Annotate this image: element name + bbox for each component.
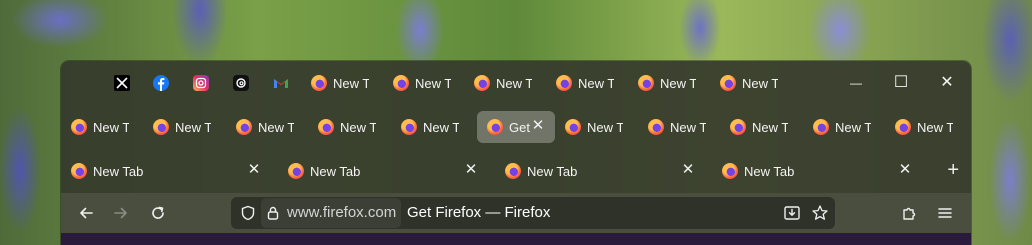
- bookmark-button[interactable]: [808, 201, 832, 225]
- firefox-icon: [730, 119, 746, 135]
- x-tab[interactable]: [114, 75, 130, 91]
- back-button[interactable]: [74, 201, 98, 225]
- tab[interactable]: New Tab: [803, 111, 883, 143]
- firefox-icon: [236, 119, 252, 135]
- minimize-button[interactable]: —: [844, 71, 868, 95]
- instagram-logo-icon: [193, 75, 209, 91]
- tab[interactable]: New Tab: [546, 67, 626, 99]
- puzzle-piece-icon: [903, 207, 916, 220]
- tab[interactable]: New Tab: [555, 111, 635, 143]
- threads-logo-icon: [233, 75, 249, 91]
- tab[interactable]: New Tab ✕: [61, 155, 273, 187]
- firefox-icon: [895, 119, 911, 135]
- tab-strip-row-3: New Tab ✕ New Tab ✕ New Tab ✕ New Tab ✕ +: [61, 149, 971, 193]
- hamburger-menu-icon: [938, 208, 952, 218]
- close-tab-icon[interactable]: ✕: [462, 161, 480, 179]
- firefox-icon: [565, 119, 581, 135]
- firefox-icon: [720, 75, 736, 91]
- facebook-logo-icon: [153, 75, 169, 91]
- firefox-icon: [638, 75, 654, 91]
- page-content: [61, 233, 971, 245]
- tab[interactable]: New Tab ✕: [495, 155, 707, 187]
- firefox-icon: [505, 163, 521, 179]
- firefox-icon: [71, 119, 87, 135]
- tracking-protection-button[interactable]: [236, 201, 260, 225]
- page-title-text: Get Firefox — Firefox: [407, 204, 551, 221]
- close-window-button[interactable]: ✕: [935, 71, 959, 95]
- back-arrow-icon: [80, 207, 93, 219]
- close-tab-icon[interactable]: ✕: [896, 161, 914, 179]
- tab[interactable]: New Tab: [464, 67, 544, 99]
- tab[interactable]: New Tab: [638, 111, 718, 143]
- close-tab-icon[interactable]: ✕: [529, 117, 547, 135]
- tab[interactable]: New Tab: [143, 111, 223, 143]
- firefox-icon: [648, 119, 664, 135]
- new-tab-button[interactable]: +: [947, 160, 959, 180]
- forward-arrow-icon: [114, 207, 127, 219]
- firefox-icon: [813, 119, 829, 135]
- facebook-tab[interactable]: [153, 75, 169, 91]
- reload-icon: [152, 206, 164, 219]
- firefox-icon: [401, 119, 417, 135]
- url-host-text: www.firefox.com: [287, 204, 397, 221]
- tab[interactable]: New Tab: [226, 111, 306, 143]
- tab-strip-row-2: New Tab New Tab New Tab New Tab New Tab …: [61, 105, 971, 149]
- tab[interactable]: New Tab: [710, 67, 790, 99]
- save-to-pocket-button[interactable]: [780, 201, 804, 225]
- forward-button[interactable]: [109, 201, 133, 225]
- firefox-icon: [722, 163, 738, 179]
- tab-strip-row-1: New Tab New Tab New Tab New Tab New Tab …: [61, 61, 971, 105]
- site-info-button[interactable]: [261, 201, 285, 225]
- tab[interactable]: New Tab: [301, 67, 381, 99]
- gmail-tab[interactable]: [273, 75, 289, 91]
- tab[interactable]: New Tab ✕: [278, 155, 490, 187]
- reload-button[interactable]: [146, 201, 170, 225]
- tab[interactable]: New Tab: [885, 111, 971, 143]
- firefox-icon: [311, 75, 327, 91]
- download-to-page-icon: [784, 206, 800, 220]
- threads-tab[interactable]: [233, 75, 249, 91]
- firefox-icon: [474, 75, 490, 91]
- lock-icon: [267, 206, 279, 220]
- tab-selected[interactable]: Get Firefox✕: [477, 111, 555, 143]
- star-icon: [812, 205, 828, 220]
- firefox-icon: [153, 119, 169, 135]
- close-tab-icon[interactable]: ✕: [679, 161, 697, 179]
- tab[interactable]: New Tab: [628, 67, 708, 99]
- firefox-icon: [318, 119, 334, 135]
- tab[interactable]: New Tab: [720, 111, 800, 143]
- firefox-icon: [556, 75, 572, 91]
- firefox-icon: [487, 119, 503, 135]
- extensions-button[interactable]: [898, 201, 922, 225]
- close-tab-icon[interactable]: ✕: [245, 161, 263, 179]
- instagram-tab[interactable]: [193, 75, 209, 91]
- tab[interactable]: New Tab: [61, 111, 141, 143]
- tab[interactable]: New Tab: [391, 111, 471, 143]
- firefox-icon: [71, 163, 87, 179]
- tab[interactable]: New Tab ✕: [712, 155, 924, 187]
- maximize-button[interactable]: ☐: [889, 71, 913, 95]
- menu-button[interactable]: [933, 201, 957, 225]
- gmail-logo-icon: [274, 79, 288, 88]
- browser-window: New Tab New Tab New Tab New Tab New Tab …: [61, 61, 971, 245]
- navigation-toolbar: www.firefox.com Get Firefox — Firefox: [61, 193, 971, 233]
- tab[interactable]: New Tab: [383, 67, 463, 99]
- x-logo-icon: [114, 75, 130, 91]
- firefox-icon: [393, 75, 409, 91]
- firefox-icon: [288, 163, 304, 179]
- shield-icon: [241, 205, 255, 221]
- tab[interactable]: New Tab: [308, 111, 388, 143]
